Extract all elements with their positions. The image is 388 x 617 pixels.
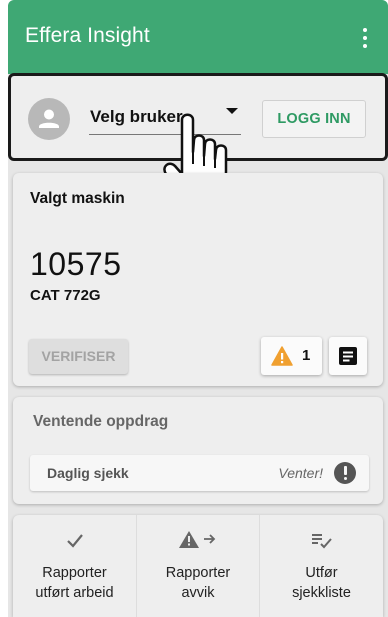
actions-bar: Rapporter utført arbeid Rapporter avvik [13, 515, 383, 617]
notes-icon [339, 347, 357, 365]
warning-icon [271, 346, 293, 366]
app-title: Effera Insight [25, 24, 150, 47]
app-window: Effera Insight Velg bruker LOGG INN Valg… [0, 0, 388, 617]
alert-icon [334, 462, 356, 484]
more-vert-icon[interactable] [362, 28, 368, 48]
machine-number: 10575 [30, 246, 122, 282]
selected-machine-card: Valgt maskin 10575 CAT 772G VERIFISER 1 [13, 173, 383, 386]
section-title: Valgt maskin [30, 190, 125, 207]
main-content: Velg bruker LOGG INN Valgt maskin 10575 … [8, 73, 388, 617]
notes-button[interactable] [329, 337, 367, 375]
verify-button[interactable]: VERIFISER [29, 339, 128, 374]
perform-checklist-button[interactable]: Utfør sjekkliste [259, 515, 383, 617]
machine-model: CAT 772G [30, 287, 101, 304]
report-deviation-icon [179, 531, 216, 548]
report-completed-work-button[interactable]: Rapporter utført arbeid [13, 515, 136, 617]
warning-count: 1 [302, 347, 311, 364]
report-deviation-button[interactable]: Rapporter avvik [136, 515, 259, 617]
person-icon [28, 98, 70, 140]
task-status: Venter! [278, 465, 323, 481]
action-label: Rapporter avvik [165, 565, 231, 601]
list-item[interactable]: Daglig sjekk Venter! [30, 455, 369, 491]
checklist-icon [311, 534, 332, 549]
section-title: Ventende oppdrag [33, 413, 169, 430]
check-icon [66, 534, 83, 548]
app-bar: Effera Insight [8, 0, 388, 74]
pending-tasks-card: Ventende oppdrag Daglig sjekk Venter! [13, 397, 383, 504]
action-label: Utfør sjekkliste [292, 565, 351, 601]
login-card: Velg bruker LOGG INN [8, 73, 388, 204]
login-button[interactable]: LOGG INN [262, 100, 366, 138]
action-label: Rapporter utført arbeid [35, 565, 114, 601]
warnings-button[interactable]: 1 [261, 337, 322, 375]
task-name: Daglig sjekk [47, 465, 129, 481]
